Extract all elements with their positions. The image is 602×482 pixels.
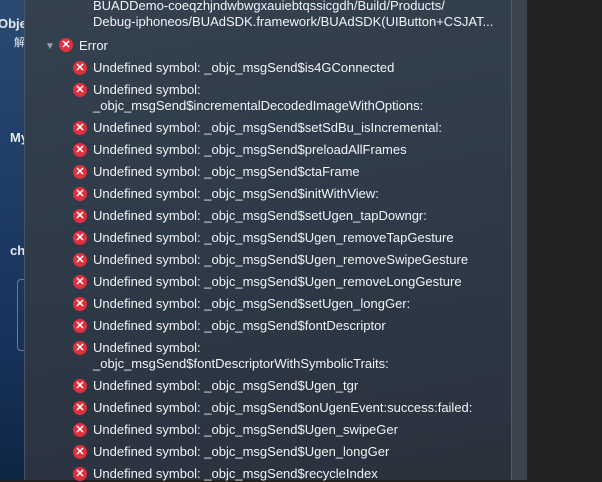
error-icon: ✕ — [73, 275, 87, 289]
error-item[interactable]: Undefined symbol: _objc_msgSend$Ugen_tgr — [93, 378, 358, 394]
error-item[interactable]: _objc_msgSend$fontDescriptorWithSymbolic… — [93, 356, 389, 372]
error-item[interactable]: Undefined symbol: _objc_msgSend$Ugen_swi… — [93, 422, 398, 438]
error-icon: ✕ — [73, 165, 87, 179]
error-item[interactable]: _objc_msgSend$incrementalDecodedImageWit… — [93, 98, 423, 114]
error-icon: ✕ — [73, 121, 87, 135]
error-icon: ✕ — [73, 61, 87, 75]
error-icon: ✕ — [73, 297, 87, 311]
desktop-label: My — [10, 130, 24, 145]
desktop-label: ch — [10, 243, 24, 258]
error-item[interactable]: Undefined symbol: — [93, 340, 201, 356]
error-item[interactable]: Undefined symbol: _objc_msgSend$Ugen_rem… — [93, 230, 454, 246]
error-item[interactable]: Undefined symbol: _objc_msgSend$ctaFrame — [93, 164, 360, 180]
error-icon: ✕ — [73, 143, 87, 157]
error-icon: ✕ — [73, 253, 87, 267]
editor-area — [527, 0, 602, 480]
error-icon: ✕ — [73, 209, 87, 223]
error-icon: ✕ — [73, 341, 87, 355]
error-item[interactable]: Undefined symbol: _objc_msgSend$Ugen_rem… — [93, 252, 468, 268]
error-icon: ✕ — [73, 83, 87, 97]
error-icon: ✕ — [73, 319, 87, 333]
error-item[interactable]: Undefined symbol: _objc_msgSend$setUgen_… — [93, 296, 410, 312]
error-icon: ✕ — [73, 467, 87, 481]
desktop-label: 解 — [14, 37, 24, 49]
error-item[interactable]: Undefined symbol: _objc_msgSend$setUgen_… — [93, 208, 427, 224]
error-icon: ✕ — [73, 423, 87, 437]
path-line: Debug-iphoneos/BUAdSDK.framework/BUAdSDK… — [93, 14, 494, 29]
error-item[interactable]: Undefined symbol: _objc_msgSend$onUgenEv… — [93, 400, 472, 416]
error-icon: ✕ — [73, 401, 87, 415]
desktop-background: Obje 解 My ch — [0, 0, 24, 480]
desktop-label: Obje — [0, 16, 24, 31]
error-icon: ✕ — [73, 379, 87, 393]
disclosure-triangle-icon[interactable]: ▼ — [45, 41, 55, 52]
error-icon: ✕ — [59, 38, 73, 52]
error-item[interactable]: Undefined symbol: _objc_msgSend$preloadA… — [93, 142, 407, 158]
error-icon: ✕ — [73, 231, 87, 245]
error-group-label[interactable]: Error — [79, 38, 108, 54]
error-item[interactable]: Undefined symbol: _objc_msgSend$setSdBu_… — [93, 120, 442, 136]
path-line: BUADDemo-coeqzhjndwbwgxauiebtqssicgdh/Bu… — [93, 0, 445, 13]
error-icon: ✕ — [73, 445, 87, 459]
error-item[interactable]: Undefined symbol: _objc_msgSend$fontDesc… — [93, 318, 386, 334]
desktop-widget-edge — [17, 279, 24, 351]
error-icon: ✕ — [73, 187, 87, 201]
error-item[interactable]: Undefined symbol: _objc_msgSend$Ugen_lon… — [93, 444, 389, 460]
error-item[interactable]: Undefined symbol: — [93, 82, 201, 98]
error-item[interactable]: Undefined symbol: _objc_msgSend$is4GConn… — [93, 60, 394, 76]
panel-scrollbar[interactable] — [511, 0, 527, 480]
error-item[interactable]: Undefined symbol: _objc_msgSend$initWith… — [93, 186, 379, 202]
error-item[interactable]: Undefined symbol: _objc_msgSend$Ugen_rem… — [93, 274, 462, 290]
